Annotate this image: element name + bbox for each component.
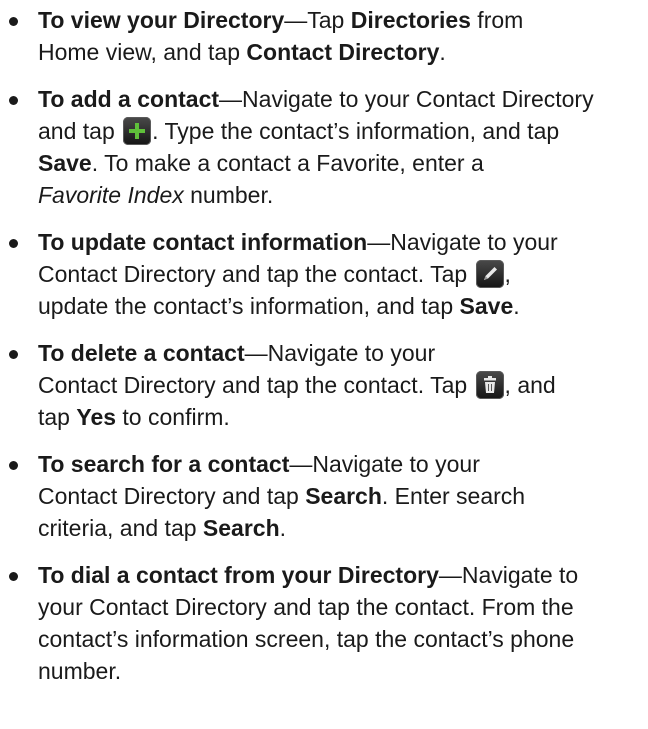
text: Navigate to your [312, 451, 480, 477]
line: Contact Directory and tap the contact. T… [38, 258, 642, 290]
keyword: Search [305, 483, 382, 509]
dash: — [367, 229, 391, 255]
dash: — [438, 562, 462, 588]
text: . [279, 515, 287, 541]
text: from [470, 7, 524, 33]
dash: — [219, 86, 243, 112]
text: contact’s information screen, tap the co… [38, 626, 575, 652]
document: To view your Directory—Tap Directories f… [0, 0, 648, 729]
item-title: To search for a contact [38, 451, 290, 477]
text: Home view, and tap [38, 39, 247, 65]
item-title: To add a contact [38, 86, 220, 112]
text: Navigate to [461, 562, 579, 588]
text: . [439, 39, 446, 65]
line: To add a contact—Navigate to your Contac… [38, 83, 642, 115]
text: Navigate to your [267, 340, 436, 366]
keyword: Directories [350, 7, 471, 33]
text: tap [38, 404, 77, 430]
line: To view your Directory—Tap Directories f… [38, 4, 642, 36]
keyword: Save [459, 293, 514, 319]
item-title: To view your Directory [38, 7, 285, 33]
line: contact’s information screen, tap the co… [38, 623, 642, 655]
line: To dial a contact from your Directory—Na… [38, 559, 642, 591]
line: tap Yes to confirm. [38, 401, 642, 433]
bullet [9, 461, 18, 470]
item-title: To dial a contact from your Directory [38, 562, 439, 588]
dash: — [289, 451, 313, 477]
bullet [9, 17, 18, 26]
line: To update contact information—Navigate t… [38, 226, 642, 258]
line: Contact Directory and tap Search. Enter … [38, 480, 642, 512]
dash: — [244, 340, 268, 366]
text: . Enter search [381, 483, 526, 509]
list-item-search-contact: To search for a contact—Navigate to your… [9, 448, 642, 544]
bullet [9, 96, 18, 105]
line: To search for a contact—Navigate to your [38, 448, 642, 480]
line: criteria, and tap Search. [38, 512, 642, 544]
bullet [9, 350, 18, 359]
bullet [9, 572, 18, 581]
text: Contact Directory and tap the contact. T… [38, 372, 474, 398]
text: to confirm. [116, 404, 230, 430]
list-item-delete-contact: To delete a contact—Navigate to your Con… [9, 337, 642, 433]
dash: — [284, 7, 308, 33]
text: number. [38, 658, 122, 684]
list-item-add-contact: To add a contact—Navigate to your Contac… [9, 83, 642, 211]
text: Tap [307, 7, 351, 33]
line: update the contact’s information, and ta… [38, 290, 642, 322]
emphasis: Favorite Index [38, 182, 184, 208]
text: update the contact’s information, and ta… [38, 293, 460, 319]
list-item-view-directory: To view your Directory—Tap Directories f… [9, 4, 642, 68]
line: your Contact Directory and tap the conta… [38, 591, 642, 623]
text: , [504, 261, 511, 287]
keyword: Yes [76, 404, 117, 430]
line: Home view, and tap Contact Directory. [38, 36, 642, 68]
line: Favorite Index number. [38, 179, 642, 211]
line: To delete a contact—Navigate to your [38, 337, 642, 369]
text: criteria, and tap [38, 515, 203, 541]
add-icon [123, 117, 152, 145]
line: Save. To make a contact a Favorite, ente… [38, 147, 642, 179]
keyword: Save [38, 150, 92, 176]
text: your Contact Directory and tap the conta… [38, 594, 574, 620]
text: Navigate to your [390, 229, 558, 255]
text: number. [183, 182, 274, 208]
trash-icon [475, 371, 504, 399]
keyword: Contact Directory [246, 39, 440, 65]
bullet [9, 239, 18, 248]
line: number. [38, 655, 642, 687]
item-title: To delete a contact [38, 340, 245, 366]
text: . [513, 293, 520, 319]
keyword: Search [202, 515, 280, 541]
list-item-update-contact: To update contact information—Navigate t… [9, 226, 642, 322]
line: and tap . Type the contact’s information… [38, 115, 642, 147]
edit-icon [475, 260, 504, 288]
line: Contact Directory and tap the contact. T… [38, 369, 642, 401]
text: , and [504, 372, 556, 398]
text: Navigate to your Contact Directory [242, 86, 594, 112]
item-title: To update contact information [38, 229, 368, 255]
text: Contact Directory and tap [38, 483, 306, 509]
text: Contact Directory and tap the contact. T… [38, 261, 474, 287]
list-item-dial-contact: To dial a contact from your Directory—Na… [9, 559, 642, 687]
text: . To make a contact a Favorite, enter a [91, 150, 484, 176]
text: . Type the contact’s information, and ta… [152, 118, 560, 144]
text: and tap [38, 118, 122, 144]
